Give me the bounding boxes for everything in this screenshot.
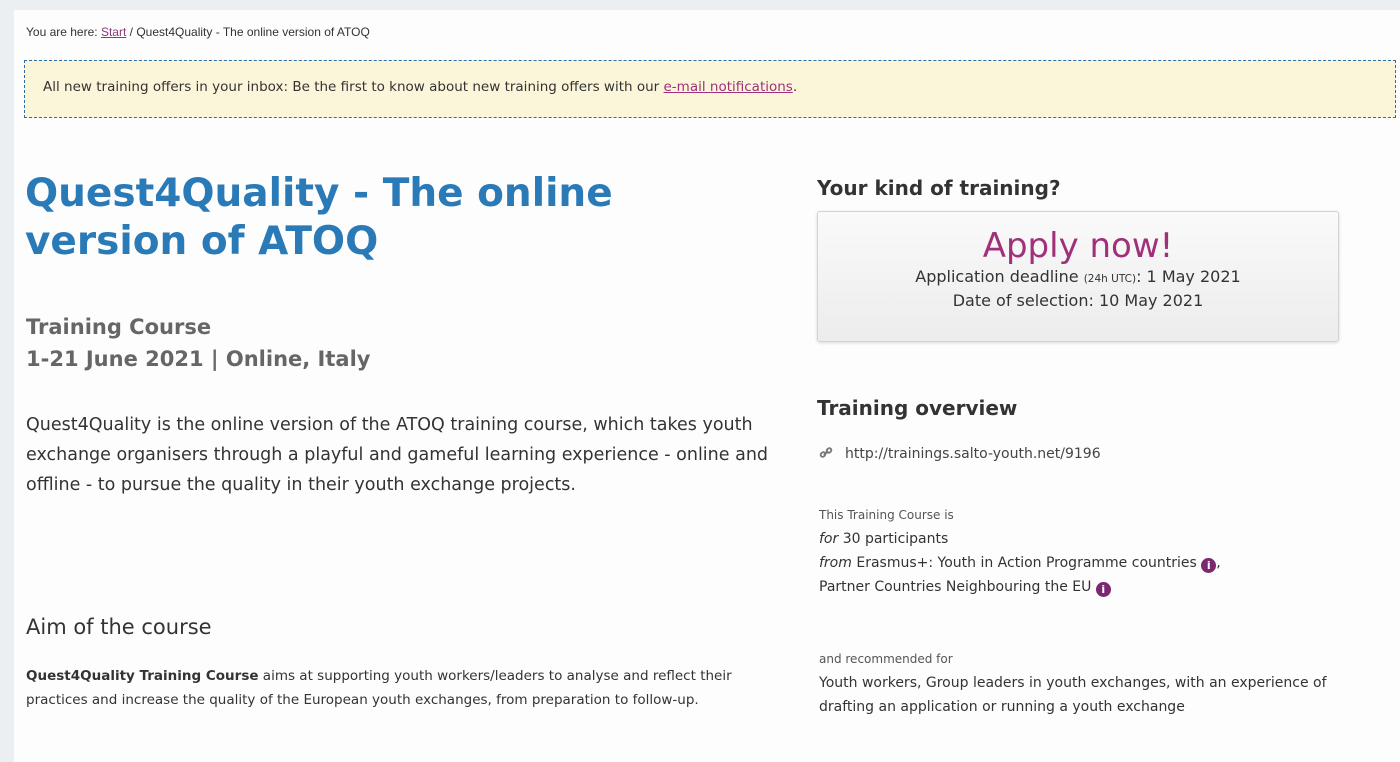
recommended-info: and recommended for Youth workers, Group… bbox=[819, 647, 1344, 719]
course-description: Quest4Quality is the online version of t… bbox=[26, 415, 769, 495]
training-url-text[interactable]: http://trainings.salto-youth.net/9196 bbox=[845, 446, 1101, 462]
breadcrumb: You are here: Start / Quest4Quality - Th… bbox=[26, 25, 370, 39]
course-meta: Training Course 1-21 June 2021 | Online,… bbox=[26, 311, 370, 375]
breadcrumb-separator: / bbox=[129, 25, 133, 39]
breadcrumb-prefix: You are here: bbox=[26, 25, 98, 39]
apply-now-button[interactable]: Apply now! Application deadline (24h UTC… bbox=[817, 211, 1339, 342]
info-icon[interactable]: i bbox=[1201, 558, 1217, 573]
participants-line: for 30 participants bbox=[819, 527, 1221, 551]
aim-bold: Quest4Quality Training Course bbox=[26, 668, 259, 684]
notification-banner: All new training offers in your inbox: B… bbox=[24, 60, 1396, 118]
deadline-value: : 1 May 2021 bbox=[1136, 267, 1241, 286]
from-line-1: from Erasmus+: Youth in Action Programme… bbox=[819, 555, 1221, 573]
email-notifications-link[interactable]: e-mail notifications bbox=[664, 79, 793, 95]
apply-now-label: Apply now! bbox=[982, 226, 1174, 266]
training-overview-heading: Training overview bbox=[817, 396, 1018, 420]
aim-heading: Aim of the course bbox=[26, 615, 212, 639]
page: You are here: Start / Quest4Quality - Th… bbox=[14, 10, 1400, 762]
recommended-label: and recommended for bbox=[819, 652, 953, 666]
course-dates-location: 1-21 June 2021 | Online, Italy bbox=[26, 347, 371, 371]
application-deadline: Application deadline (24h UTC): 1 May 20… bbox=[818, 266, 1338, 290]
info-icon[interactable]: i bbox=[1095, 582, 1111, 597]
for-label: for bbox=[819, 531, 839, 547]
kind-of-training-heading: Your kind of training? bbox=[817, 176, 1061, 200]
this-training-is: This Training Course is bbox=[819, 508, 954, 522]
recommended-text: Youth workers, Group leaders in youth ex… bbox=[819, 675, 1327, 715]
deadline-note: (24h UTC) bbox=[1083, 273, 1137, 285]
from-line-2: Partner Countries Neighbouring the EU i bbox=[819, 575, 1221, 599]
course-type: Training Course bbox=[26, 315, 212, 339]
from-value-2: Partner Countries Neighbouring the EU bbox=[819, 579, 1092, 595]
notice-text: All new training offers in your inbox: B… bbox=[43, 79, 660, 95]
breadcrumb-start-link[interactable]: Start bbox=[101, 25, 126, 39]
aim-text: Quest4Quality Training Course aims at su… bbox=[26, 664, 786, 712]
from-value-1: Erasmus+: Youth in Action Programme coun… bbox=[856, 555, 1197, 571]
breadcrumb-current: Quest4Quality - The online version of AT… bbox=[136, 25, 370, 39]
link-icon bbox=[819, 447, 833, 458]
participants-info: This Training Course is for 30 participa… bbox=[819, 503, 1221, 599]
page-title: Quest4Quality - The online version of AT… bbox=[25, 171, 613, 264]
from-label: from bbox=[819, 555, 852, 571]
date-of-selection: Date of selection: 10 May 2021 bbox=[952, 291, 1204, 310]
notice-end: . bbox=[792, 79, 798, 95]
participants-count: 30 participants bbox=[842, 531, 949, 547]
deadline-label: Application deadline bbox=[915, 267, 1079, 286]
training-url[interactable]: http://trainings.salto-youth.net/9196 bbox=[819, 446, 1101, 462]
